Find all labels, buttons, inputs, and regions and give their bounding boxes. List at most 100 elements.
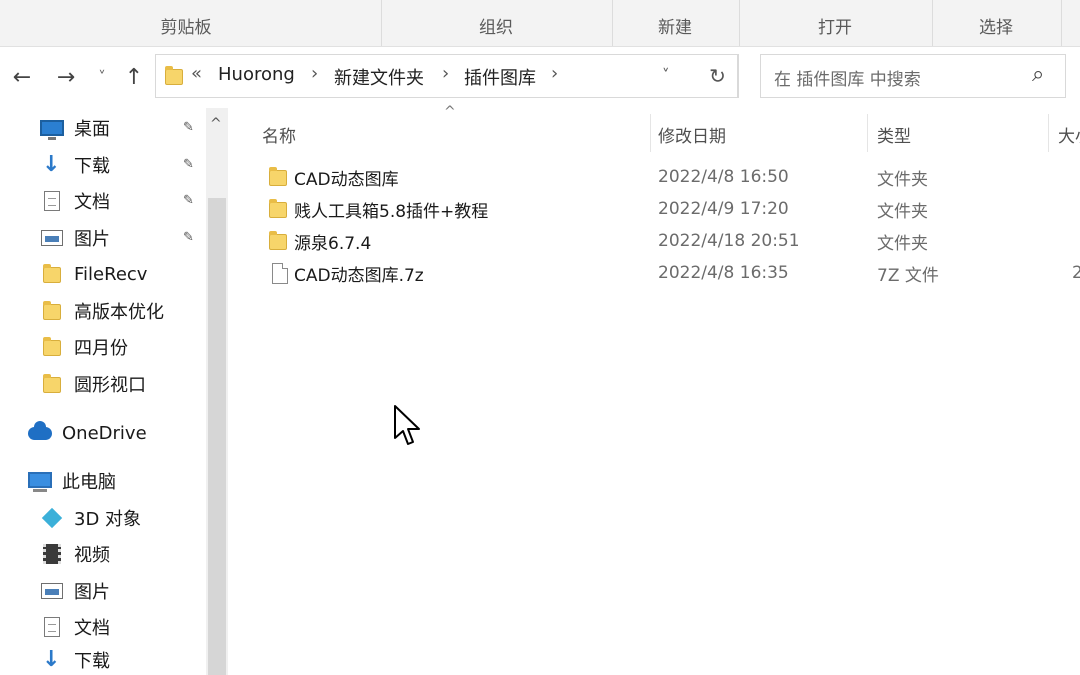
file-modified: 2022/4/18 20:51	[658, 231, 800, 251]
file-type: 7Z 文件	[877, 265, 939, 286]
column-header-name[interactable]: 名称	[262, 119, 642, 149]
sidebar-item-label: 图片	[74, 582, 110, 603]
pictures-icon	[40, 580, 66, 602]
download-icon: ↓	[42, 647, 61, 672]
sidebar-item-this-pc[interactable]: 此电脑	[28, 466, 116, 496]
up-button[interactable]: ↑	[120, 60, 148, 94]
file-name: 源泉6.7.4	[294, 233, 372, 254]
file-name: 贱人工具箱5.8插件+教程	[294, 201, 489, 222]
sidebar-item-label: OneDrive	[62, 422, 147, 444]
search-icon[interactable]: ⌕	[1032, 62, 1044, 87]
folder-icon	[266, 198, 288, 220]
sidebar-item-label: 圆形视口	[74, 375, 146, 396]
file-row[interactable]: 源泉6.7.4 2022/4/18 20:51 文件夹	[262, 226, 1080, 256]
ribbon-group-select[interactable]: 选择	[932, 0, 1060, 46]
scroll-up-icon[interactable]: ^	[210, 116, 222, 132]
ribbon-group-bar: 剪贴板 组织 新建 打开 选择	[0, 0, 1080, 47]
sidebar-item-desktop[interactable]: 桌面	[40, 113, 110, 143]
sidebar-item-downloads-pc[interactable]: ↓ 下载	[40, 645, 110, 675]
sort-ascending-icon: ^	[444, 104, 456, 120]
sidebar-item-april[interactable]: 四月份	[40, 332, 128, 362]
sidebar-item-label: 图片	[74, 229, 110, 250]
file-row[interactable]: CAD动态图库 2022/4/8 16:50 文件夹	[262, 162, 1080, 192]
sidebar-item-label: 四月份	[74, 338, 128, 359]
sidebar-item-label: 下载	[74, 156, 110, 177]
download-icon: ↓	[42, 152, 61, 177]
column-header-size[interactable]: 大小	[1058, 119, 1080, 149]
sidebar-item-high-version-optimization[interactable]: 高版本优化	[40, 296, 164, 326]
sidebar-item-onedrive[interactable]: OneDrive	[28, 418, 147, 448]
file-name: CAD动态图库.7z	[294, 265, 424, 286]
file-row[interactable]: CAD动态图库.7z 2022/4/8 16:35 7Z 文件 2	[262, 258, 1080, 288]
column-separator[interactable]	[650, 114, 651, 152]
chevron-right-icon[interactable]: ›	[551, 63, 558, 84]
sidebar-item-documents[interactable]: 文档	[40, 186, 110, 216]
sidebar-item-3d-objects[interactable]: 3D 对象	[40, 503, 141, 533]
ribbon-group-open[interactable]: 打开	[739, 0, 931, 46]
file-type: 文件夹	[877, 233, 928, 254]
sidebar-item-downloads[interactable]: ↓ 下载	[40, 150, 110, 180]
folder-icon	[40, 336, 66, 358]
sidebar-item-pictures[interactable]: 图片	[40, 223, 110, 253]
folder-icon	[40, 263, 66, 285]
pin-icon[interactable]: ✎	[183, 120, 194, 135]
sidebar-item-circular-viewport[interactable]: 圆形视口	[40, 369, 146, 399]
breadcrumb-overflow-button[interactable]: «	[191, 63, 202, 84]
address-dropdown-button[interactable]: ˅	[662, 66, 670, 84]
pin-icon[interactable]: ✎	[183, 230, 194, 245]
sidebar-item-label: 3D 对象	[74, 509, 142, 530]
column-separator[interactable]	[867, 114, 868, 152]
desktop-icon	[40, 117, 66, 140]
refresh-button[interactable]: ↻	[697, 54, 739, 98]
document-icon	[40, 616, 66, 638]
scrollbar-thumb[interactable]	[208, 198, 226, 675]
folder-icon	[40, 300, 66, 322]
3d-objects-icon	[40, 507, 66, 529]
column-header-type[interactable]: 类型	[877, 119, 1047, 149]
pictures-icon	[40, 227, 66, 249]
file-size: 2	[1072, 263, 1080, 283]
breadcrumb-huorong[interactable]: Huorong	[218, 64, 295, 85]
sidebar-item-label: 视频	[74, 545, 110, 566]
file-row[interactable]: 贱人工具箱5.8插件+教程 2022/4/9 17:20 文件夹	[262, 194, 1080, 224]
chevron-right-icon[interactable]: ›	[311, 63, 318, 84]
back-button[interactable]: ←	[8, 60, 36, 94]
chevron-right-icon[interactable]: ›	[442, 63, 449, 84]
folder-icon	[266, 166, 288, 188]
mouse-cursor-icon	[394, 405, 420, 445]
sidebar-item-documents-pc[interactable]: 文档	[40, 612, 110, 642]
breadcrumb-new-folder[interactable]: 新建文件夹	[334, 64, 424, 90]
file-type: 文件夹	[877, 169, 928, 190]
ribbon-group-new[interactable]: 新建	[612, 0, 738, 46]
column-separator[interactable]	[1048, 114, 1049, 152]
search-input[interactable]: 在 插件图库 中搜索	[774, 65, 921, 90]
forward-button[interactable]: →	[52, 60, 80, 94]
file-modified: 2022/4/8 16:35	[658, 263, 789, 283]
sidebar-item-label: 文档	[74, 618, 110, 639]
onedrive-icon	[28, 421, 54, 444]
pin-icon[interactable]: ✎	[183, 193, 194, 208]
sidebar-item-label: 桌面	[74, 119, 110, 140]
sidebar-item-pictures-pc[interactable]: 图片	[40, 576, 110, 606]
sidebar-item-label: 下载	[74, 651, 110, 672]
folder-icon	[40, 373, 66, 395]
sidebar-item-label: 此电脑	[62, 472, 116, 493]
sidebar-item-label: FileRecv	[74, 263, 148, 285]
recent-locations-button[interactable]: ˅	[94, 60, 110, 94]
sidebar-item-label: 文档	[74, 192, 110, 213]
breadcrumb-plugin-library[interactable]: 插件图库	[464, 64, 536, 90]
ribbon-group-clipboard[interactable]: 剪贴板	[90, 0, 282, 46]
video-icon	[40, 543, 66, 565]
file-type: 文件夹	[877, 201, 928, 222]
file-modified: 2022/4/9 17:20	[658, 199, 789, 219]
file-name: CAD动态图库	[294, 169, 399, 190]
folder-icon	[266, 230, 288, 252]
file-icon	[266, 262, 288, 284]
sidebar-item-videos[interactable]: 视频	[40, 539, 110, 569]
ribbon-group-organize[interactable]: 组织	[381, 0, 611, 46]
column-header-modified[interactable]: 修改日期	[658, 119, 858, 149]
pin-icon[interactable]: ✎	[183, 157, 194, 172]
file-modified: 2022/4/8 16:50	[658, 167, 789, 187]
sidebar-item-filerecv[interactable]: FileRecv	[40, 259, 147, 289]
sidebar-item-label: 高版本优化	[74, 302, 164, 323]
